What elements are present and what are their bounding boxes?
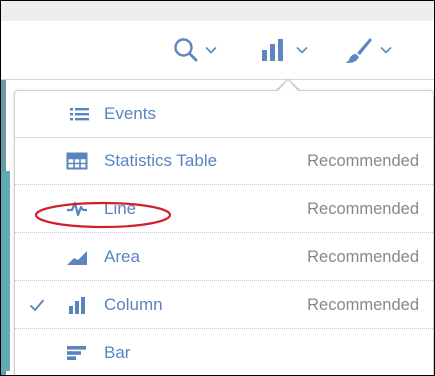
annotation-ellipse	[34, 201, 172, 229]
menu-item-label: Statistics Table	[104, 151, 218, 170]
menu-item-statistics-table[interactable]: Statistics Table Recommended	[15, 138, 433, 185]
checkmark-icon	[29, 299, 45, 312]
recommended-label: Recommended	[307, 199, 419, 218]
list-icon	[70, 108, 89, 121]
chevron-down-icon	[205, 46, 217, 54]
recommended-label: Recommended	[307, 151, 419, 170]
chevron-down-icon	[380, 46, 392, 54]
visualization-button[interactable]	[260, 33, 308, 67]
menu-item-label: Column	[104, 295, 163, 314]
app-window: Events Statistics Table Recommended Line…	[0, 0, 435, 376]
menu-item-column[interactable]: Column Recommended	[15, 282, 433, 329]
menu-item-label: Bar	[104, 343, 131, 362]
dropdown-caret-fill	[278, 80, 298, 91]
visualization-dropdown: Events Statistics Table Recommended Line…	[14, 90, 434, 375]
format-button[interactable]	[344, 33, 392, 67]
top-strip	[1, 1, 434, 22]
paintbrush-icon	[345, 38, 372, 63]
menu-item-bar[interactable]: Bar	[15, 330, 433, 375]
side-panel-accent	[1, 171, 10, 371]
bar-chart-icon	[262, 39, 283, 61]
column-chart-icon	[69, 297, 85, 314]
table-icon	[66, 152, 88, 170]
viz-toolbar	[1, 21, 434, 80]
recommended-label: Recommended	[307, 295, 419, 314]
bar-horizontal-icon	[67, 346, 86, 360]
chevron-down-icon	[296, 46, 308, 54]
area-chart-icon	[67, 251, 87, 265]
search-button[interactable]	[173, 33, 217, 67]
recommended-label: Recommended	[307, 247, 419, 266]
menu-item-area[interactable]: Area Recommended	[15, 234, 433, 281]
menu-item-label: Area	[104, 247, 140, 266]
menu-item-events[interactable]: Events	[15, 91, 433, 138]
menu-item-label: Events	[104, 104, 156, 123]
search-icon	[174, 38, 198, 62]
